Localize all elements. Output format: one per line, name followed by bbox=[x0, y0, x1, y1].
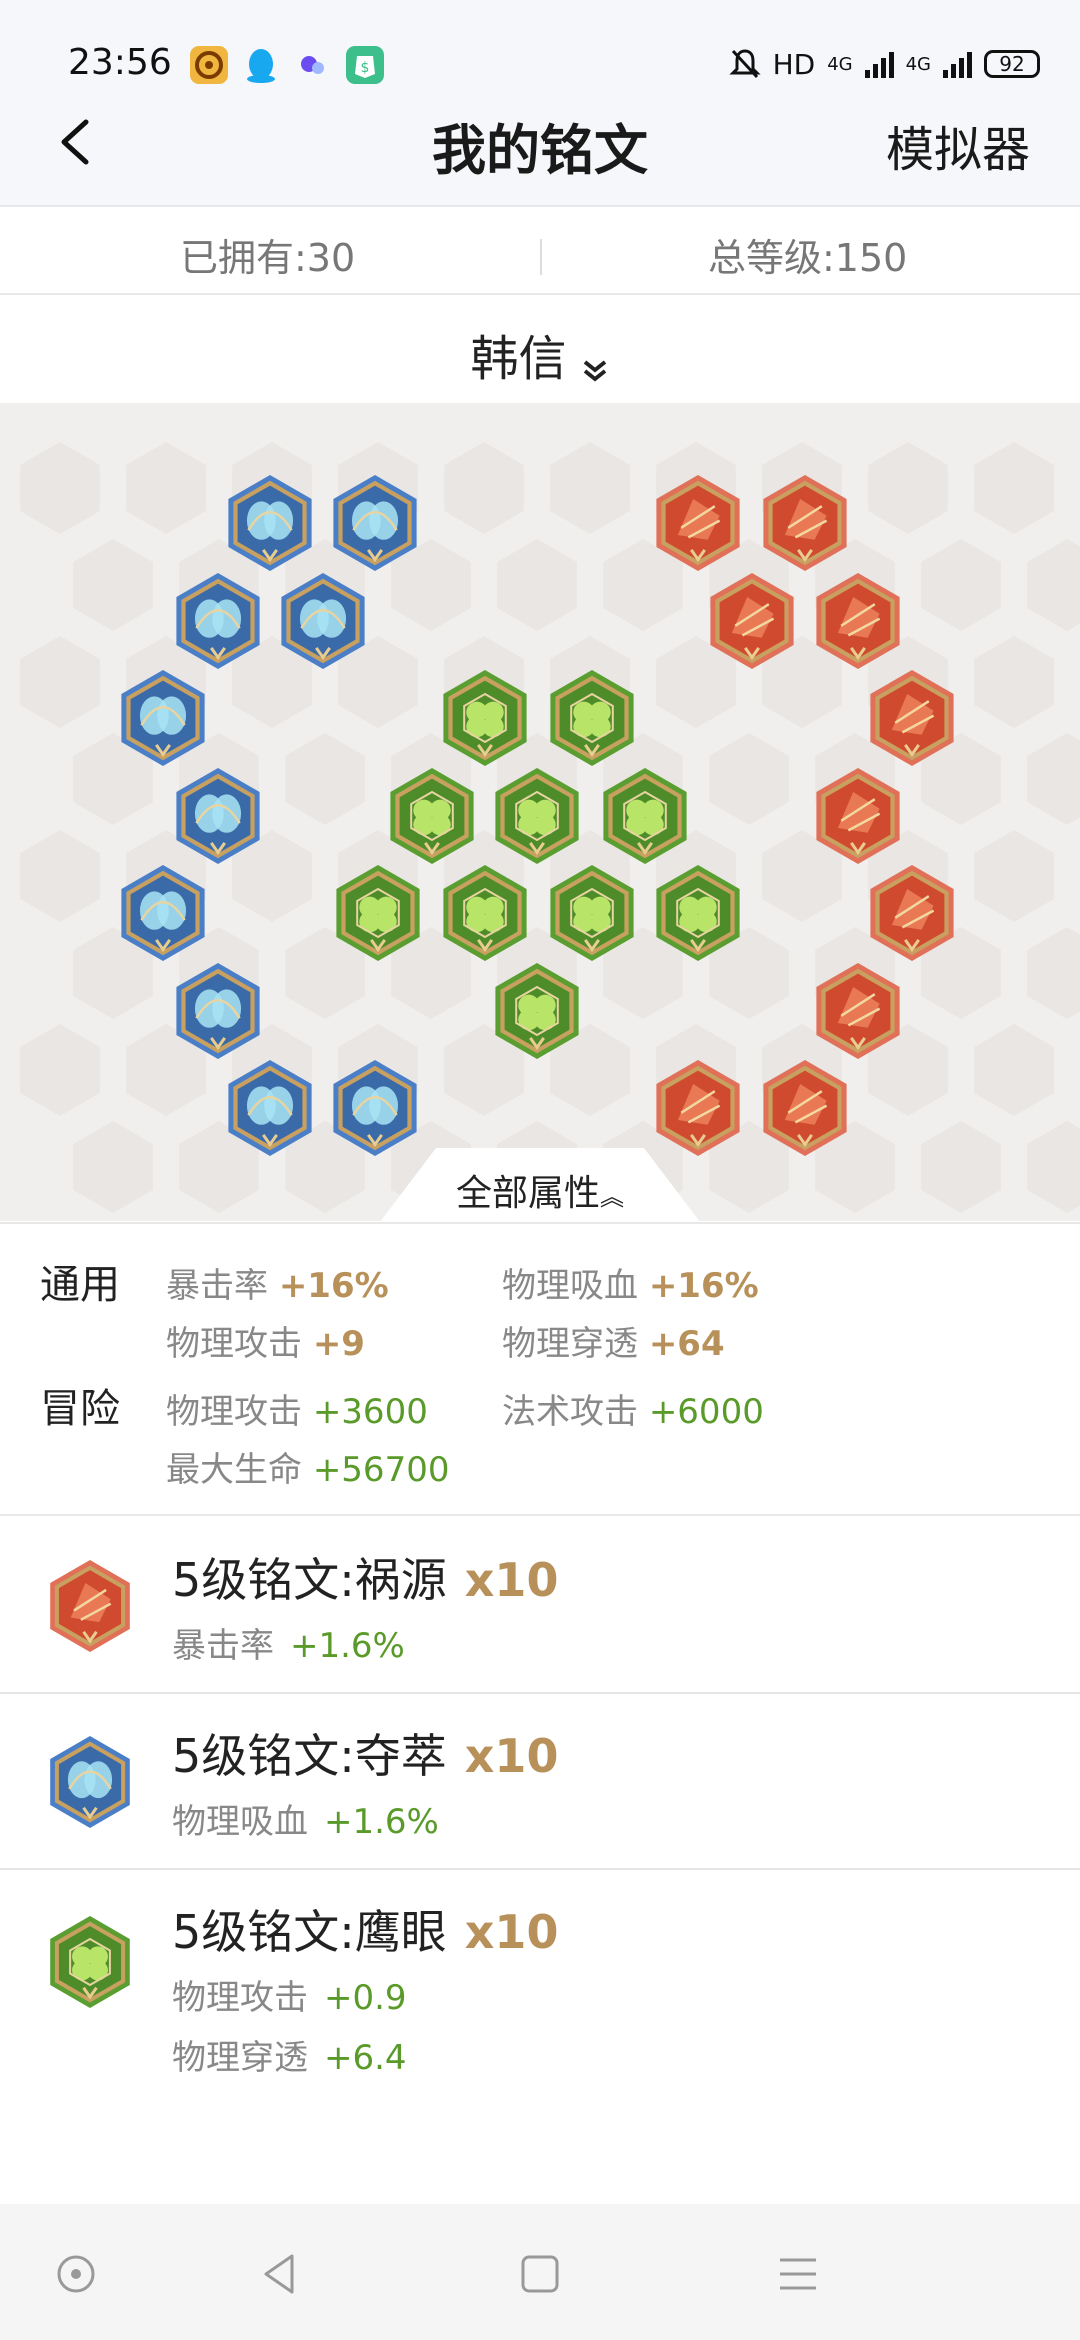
signal-icon bbox=[864, 50, 894, 78]
empty-slot[interactable] bbox=[868, 442, 948, 534]
empty-slot[interactable] bbox=[974, 830, 1054, 922]
rune-green-icon bbox=[50, 1916, 130, 2008]
nav-menu-icon[interactable] bbox=[768, 2244, 828, 2304]
empty-slot[interactable] bbox=[497, 539, 577, 631]
category-general: 通用 bbox=[40, 1262, 120, 1308]
all-attributes-label: 全部属性 bbox=[455, 1173, 600, 1214]
attr-adv-physatk: 物理攻击 +3600 bbox=[166, 1392, 428, 1432]
empty-slot[interactable] bbox=[709, 733, 789, 825]
attr-adv-maxhp: 最大生命 +56700 bbox=[166, 1450, 450, 1490]
owned-count: 已拥有:30 bbox=[180, 236, 356, 280]
rune-stat: 暴击率 +1.6% bbox=[172, 1626, 405, 1666]
app-target-icon bbox=[190, 46, 228, 84]
empty-slot[interactable] bbox=[73, 1121, 153, 1213]
rune-item-huoyuan[interactable]: 5级铭文:祸源 x10 暴击率 +1.6% bbox=[0, 1518, 1080, 1694]
double-chevron-down-icon bbox=[580, 356, 610, 386]
rune-red-icon bbox=[50, 1560, 130, 1652]
status-bar: 23:56 $ HD 4G 4G 92 bbox=[0, 0, 1080, 120]
hd-indicator: HD bbox=[772, 47, 816, 81]
attr-general-penetration: 物理穿透 +64 bbox=[502, 1324, 725, 1364]
signal-icon-2 bbox=[943, 50, 972, 78]
category-adventure: 冒险 bbox=[40, 1386, 120, 1432]
status-time: 23:56 bbox=[68, 42, 172, 83]
empty-slot[interactable] bbox=[921, 1121, 1001, 1213]
attr-general-physatk: 物理攻击 +9 bbox=[166, 1324, 365, 1364]
status-indicators: HD 4G 4G 92 bbox=[728, 44, 1040, 84]
empty-slot[interactable] bbox=[444, 442, 524, 534]
empty-slot[interactable] bbox=[20, 442, 100, 534]
network-type-2: 4G bbox=[905, 53, 931, 75]
total-level: 总等级:150 bbox=[708, 236, 908, 280]
empty-slot[interactable] bbox=[921, 539, 1001, 631]
rune-stat: 物理攻击 +0.9 bbox=[172, 1978, 407, 2018]
rune-item-yingyan[interactable]: 5级铭文:鹰眼 x10 物理攻击 +0.9 物理穿透 +6.4 bbox=[0, 1870, 1080, 2106]
attributes-panel: 通用 暴击率 +16% 物理吸血 +16% 物理攻击 +9 物理穿透 +64 冒… bbox=[0, 1222, 1080, 1516]
stats-divider bbox=[540, 239, 542, 275]
qq-icon bbox=[242, 46, 280, 84]
empty-slot[interactable] bbox=[20, 636, 100, 728]
nav-home-icon[interactable] bbox=[46, 2244, 106, 2304]
empty-slot[interactable] bbox=[974, 442, 1054, 534]
rune-item-duocui[interactable]: 5级铭文:夺萃 x10 物理吸血 +1.6% bbox=[0, 1694, 1080, 1870]
bell-muted-icon bbox=[728, 49, 761, 79]
svg-text:$: $ bbox=[361, 60, 370, 76]
system-nav-bar bbox=[0, 2204, 1080, 2340]
empty-slot[interactable] bbox=[1027, 1121, 1080, 1213]
nav-back-icon[interactable] bbox=[250, 2244, 310, 2304]
rune-board-canvas bbox=[20, 442, 1080, 1213]
attr-adv-magatk: 法术攻击 +6000 bbox=[502, 1392, 764, 1432]
top-area: 23:56 $ HD 4G 4G 92 我的铭文 模拟器 bbox=[0, 0, 1080, 207]
empty-slot[interactable] bbox=[20, 1024, 100, 1116]
all-attributes-tab[interactable]: 全部属性︽ bbox=[380, 1148, 700, 1222]
rune-glyph bbox=[50, 1916, 130, 2008]
empty-slot[interactable] bbox=[550, 442, 630, 534]
double-chevron-up-icon: ︽ bbox=[600, 1183, 624, 1211]
attr-general-lifesteal: 物理吸血 +16% bbox=[502, 1266, 759, 1306]
summary-stats: 已拥有:30 总等级:150 bbox=[0, 209, 1080, 295]
empty-slot[interactable] bbox=[974, 636, 1054, 728]
rune-stat: 物理吸血 +1.6% bbox=[172, 1802, 439, 1842]
hero-selector[interactable]: 韩信 bbox=[0, 297, 1080, 403]
empty-slot[interactable] bbox=[126, 442, 206, 534]
empty-slot[interactable] bbox=[974, 1024, 1054, 1116]
rune-glyph bbox=[50, 1736, 130, 1828]
rune-blue-icon bbox=[50, 1736, 130, 1828]
dot-app-icon bbox=[294, 46, 332, 84]
simulator-button[interactable]: 模拟器 bbox=[886, 110, 1030, 180]
rune-board bbox=[0, 403, 1080, 1221]
rune-name: 5级铭文:鹰眼 x10 bbox=[172, 1905, 559, 1959]
empty-slot[interactable] bbox=[1027, 927, 1080, 1019]
empty-slot[interactable] bbox=[20, 830, 100, 922]
rune-stat: 物理穿透 +6.4 bbox=[172, 2038, 407, 2078]
wallet-app-icon: $ bbox=[346, 46, 384, 84]
rune-name: 5级铭文:祸源 x10 bbox=[172, 1553, 559, 1607]
empty-slot[interactable] bbox=[1027, 539, 1080, 631]
hero-name: 韩信 bbox=[470, 331, 567, 387]
rune-name: 5级铭文:夺萃 x10 bbox=[172, 1729, 559, 1783]
battery-icon: 92 bbox=[984, 50, 1040, 78]
network-type-1: 4G bbox=[827, 53, 853, 75]
attr-general-crit: 暴击率 +16% bbox=[166, 1266, 389, 1306]
empty-slot[interactable] bbox=[1027, 733, 1080, 825]
empty-slot[interactable] bbox=[285, 733, 365, 825]
empty-slot[interactable] bbox=[73, 539, 153, 631]
nav-recents-icon[interactable] bbox=[510, 2244, 570, 2304]
rune-glyph bbox=[50, 1560, 130, 1652]
